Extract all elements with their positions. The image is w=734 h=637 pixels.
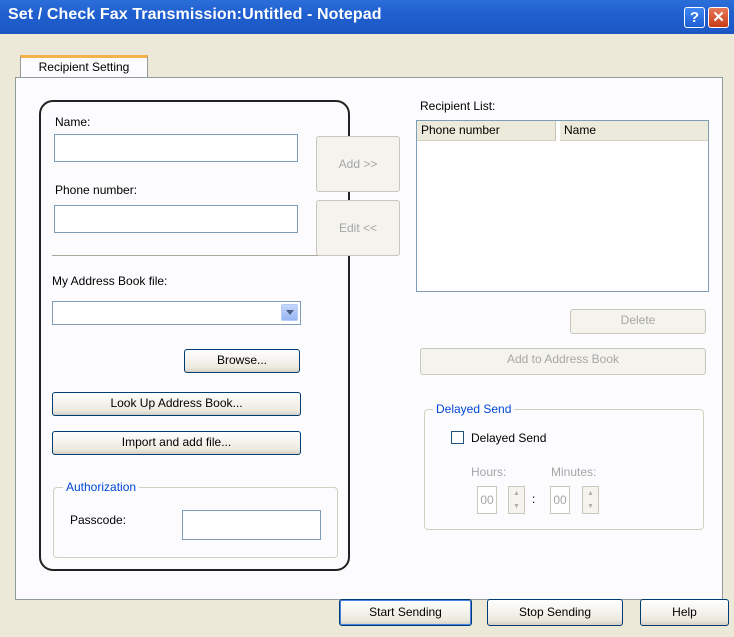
window-title: Set / Check Fax Transmission:Untitled - …: [8, 6, 382, 23]
phone-number-label: Phone number:: [55, 183, 138, 197]
tab-strip: Recipient Setting: [0, 34, 734, 78]
recipient-list-label: Recipient List:: [420, 99, 496, 113]
spin-up-icon[interactable]: ▲: [583, 487, 598, 500]
column-header-phone[interactable]: Phone number: [417, 121, 556, 141]
edit-button[interactable]: Edit <<: [316, 200, 400, 256]
minutes-field[interactable]: 00: [550, 486, 570, 514]
recipient-list[interactable]: [416, 120, 709, 292]
delete-button[interactable]: Delete: [570, 309, 706, 334]
delayed-send-legend: Delayed Send: [433, 402, 515, 416]
spin-down-icon[interactable]: ▼: [509, 500, 524, 513]
address-book-dropdown[interactable]: [52, 301, 301, 325]
delayed-send-checkbox[interactable]: [451, 431, 464, 444]
authorization-legend: Authorization: [63, 480, 140, 494]
time-separator: :: [532, 492, 536, 506]
spin-up-icon[interactable]: ▲: [509, 487, 524, 500]
column-header-name[interactable]: Name: [560, 121, 708, 141]
passcode-label: Passcode:: [70, 513, 127, 527]
hours-label: Hours:: [471, 465, 507, 479]
add-button[interactable]: Add >>: [316, 136, 400, 192]
tab-recipient-setting[interactable]: Recipient Setting: [20, 55, 148, 78]
start-sending-button[interactable]: Start Sending: [339, 599, 472, 626]
minutes-label: Minutes:: [551, 465, 597, 479]
help-button[interactable]: Help: [640, 599, 729, 626]
divider: [52, 255, 337, 256]
passcode-field[interactable]: [182, 510, 321, 540]
chevron-down-icon[interactable]: [281, 304, 298, 321]
lookup-address-book-button[interactable]: Look Up Address Book...: [52, 392, 301, 416]
stop-sending-button[interactable]: Stop Sending: [487, 599, 623, 626]
spin-down-icon[interactable]: ▼: [583, 500, 598, 513]
import-file-button[interactable]: Import and add file...: [52, 431, 301, 455]
minutes-spinner[interactable]: ▲ ▼: [582, 486, 599, 514]
name-label: Name:: [55, 115, 91, 129]
fax-dialog-window: Set / Check Fax Transmission:Untitled - …: [0, 0, 734, 637]
hours-field[interactable]: 00: [477, 486, 497, 514]
browse-button[interactable]: Browse...: [184, 349, 300, 373]
phone-number-field[interactable]: [54, 205, 298, 233]
help-icon[interactable]: ?: [684, 7, 705, 28]
hours-spinner[interactable]: ▲ ▼: [508, 486, 525, 514]
address-book-label: My Address Book file:: [52, 274, 168, 288]
delayed-send-checkbox-label[interactable]: Delayed Send: [471, 431, 546, 445]
title-bar[interactable]: Set / Check Fax Transmission:Untitled - …: [0, 0, 734, 34]
close-icon[interactable]: ✕: [708, 7, 729, 28]
add-to-address-book-button[interactable]: Add to Address Book: [420, 348, 706, 375]
name-field[interactable]: [54, 134, 298, 162]
